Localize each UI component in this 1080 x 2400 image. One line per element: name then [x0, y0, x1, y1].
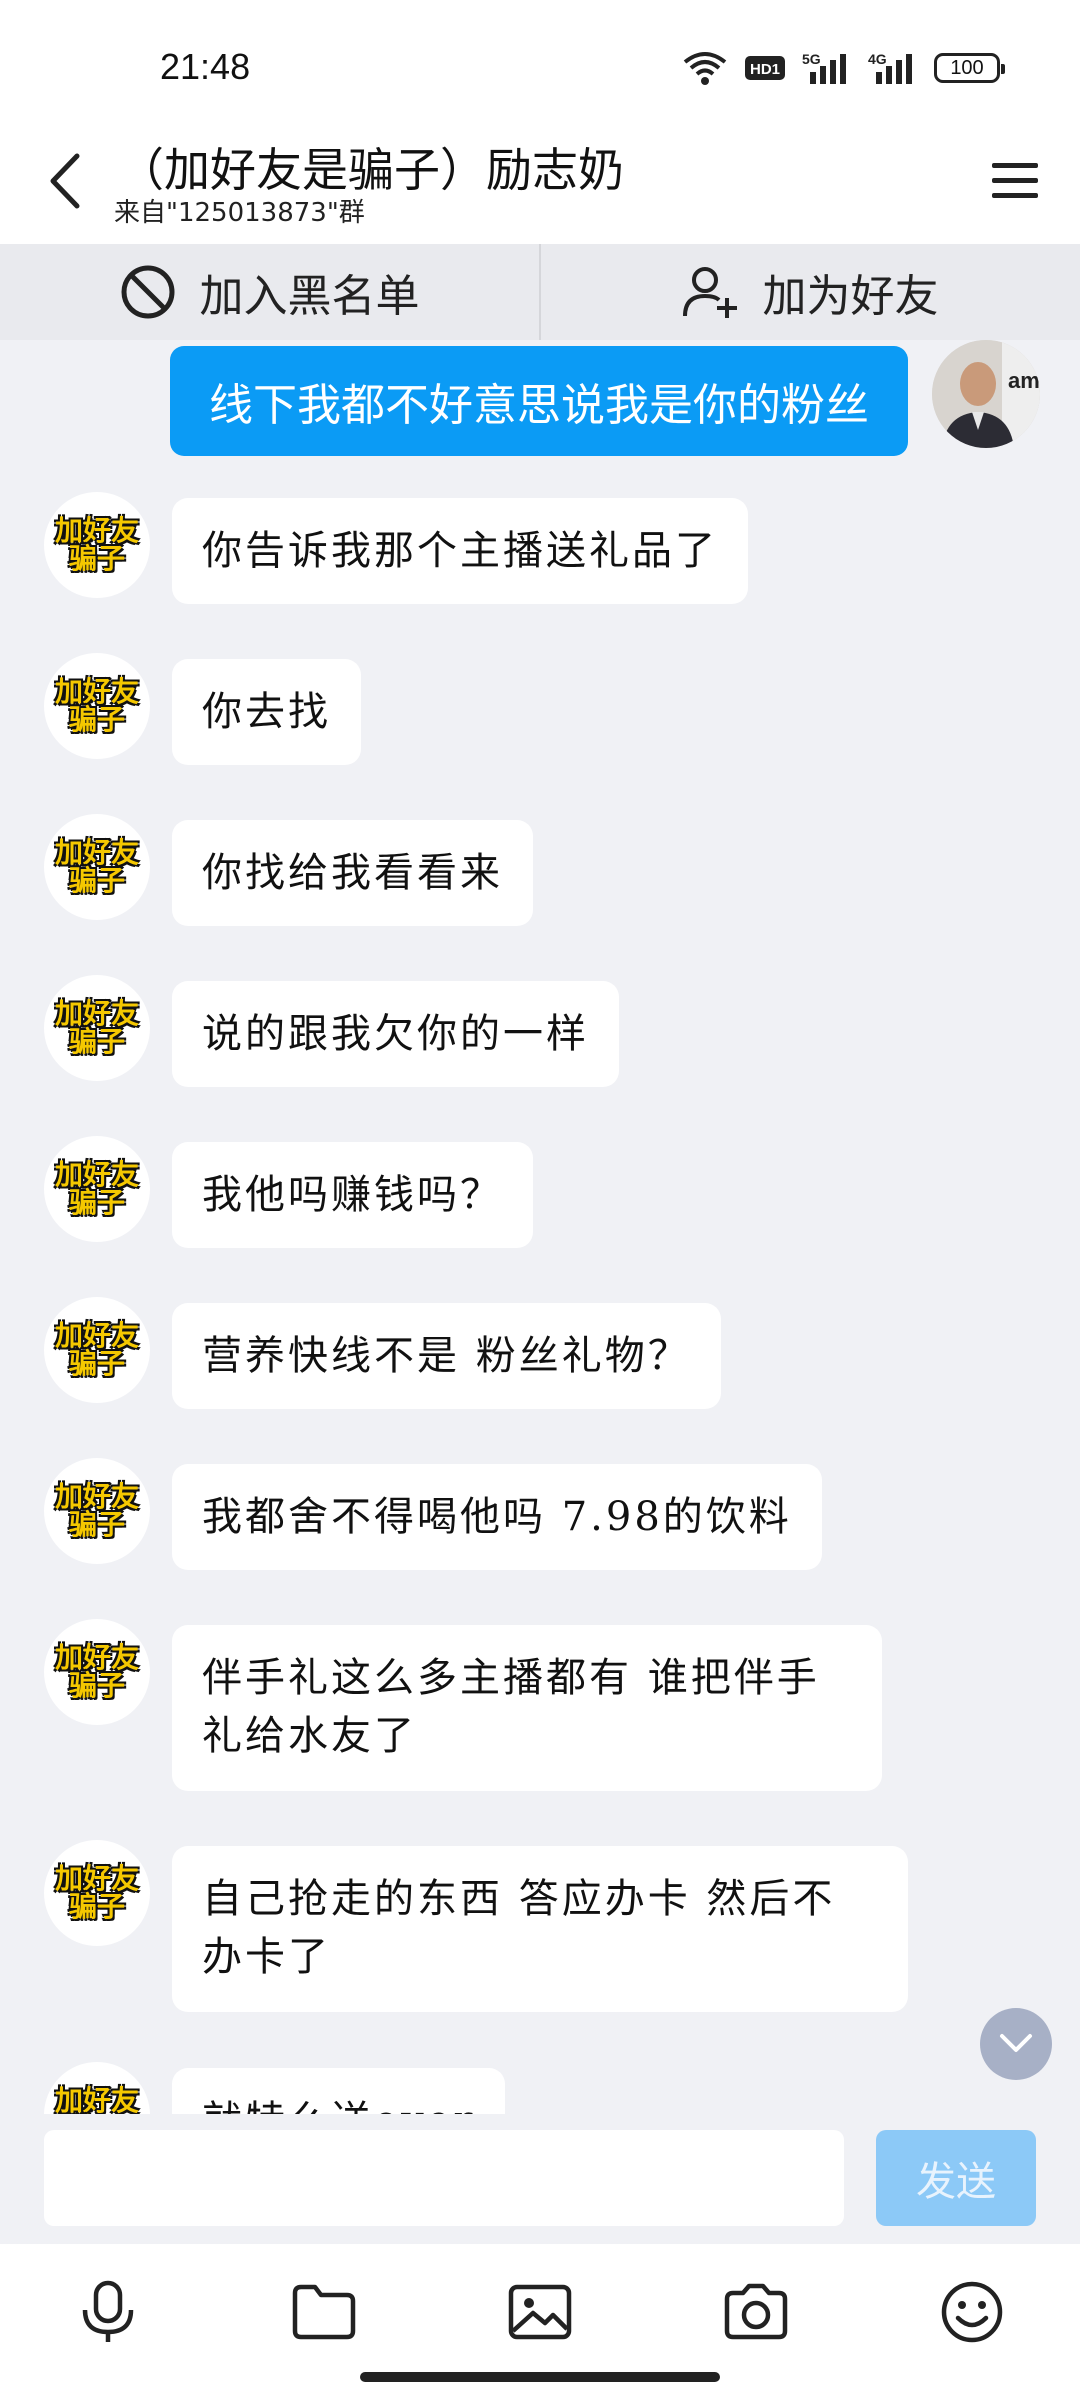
contact-avatar[interactable]: 加好友骗子 [44, 653, 150, 759]
chat-title: （加好友是骗子）励志奶 [118, 143, 624, 197]
message-bubble[interactable]: 伴手礼这么多主播都有 谁把伴手礼给水友了 [172, 1625, 882, 1791]
chat-subtitle: 来自"125013873"群 [114, 198, 365, 228]
contact-avatar[interactable]: 加好友骗子 [44, 975, 150, 1081]
back-button[interactable] [30, 146, 100, 216]
contact-avatar[interactable]: 加好友骗子 [44, 2062, 150, 2114]
hd-icon: HD1 [744, 53, 786, 83]
message-bubble[interactable]: 你告诉我那个主播送礼品了 [172, 498, 748, 604]
message-list[interactable]: 线下我都不好意思说我是你的粉丝 am 加好友骗子 你告诉我那个主播送礼品了 加好… [0, 340, 1080, 2114]
message-bubble[interactable]: 自己抢走的东西 答应办卡 然后不办卡了 [172, 1846, 908, 2012]
block-label: 加入黑名单 [199, 271, 420, 322]
microphone-icon [82, 2280, 134, 2342]
sent-message-bubble[interactable]: 线下我都不好意思说我是你的粉丝 [170, 346, 908, 456]
svg-text:4G: 4G [868, 51, 887, 67]
battery-icon: 100 [934, 53, 1005, 83]
folder-icon [292, 2284, 356, 2340]
contact-avatar[interactable]: 加好友骗子 [44, 1458, 150, 1564]
contact-avatar[interactable]: 加好友骗子 [44, 1840, 150, 1946]
battery-level: 100 [950, 56, 984, 79]
add-user-icon [682, 267, 737, 318]
signal-4g-icon: 4G [868, 50, 918, 86]
input-bar: 发送 [0, 2114, 1080, 2244]
emoji-button[interactable] [930, 2270, 1014, 2354]
message-bubble[interactable]: 你找给我看看来 [172, 820, 533, 926]
chevron-left-icon [50, 153, 80, 209]
status-time: 21:48 [160, 46, 251, 87]
contact-avatar[interactable]: 加好友骗子 [44, 1136, 150, 1242]
status-bar: 21:48 HD1 5G 4G 100 [0, 0, 1080, 122]
file-button[interactable] [282, 2270, 366, 2354]
camera-button[interactable] [714, 2270, 798, 2354]
person-photo-icon: am [932, 340, 1040, 448]
contact-avatar[interactable]: 加好友骗子 [44, 492, 150, 598]
message-bubble[interactable]: 营养快线不是 粉丝礼物？ [172, 1303, 721, 1409]
block-icon [121, 265, 174, 319]
my-avatar[interactable]: am [932, 340, 1040, 448]
title-bar: （加好友是骗子）励志奶 来自"125013873"群 [0, 122, 1080, 244]
svg-text:5G: 5G [802, 51, 821, 67]
emoji-icon [941, 2281, 1003, 2343]
camera-icon [724, 2283, 788, 2340]
hamburger-menu-icon [992, 163, 1038, 198]
status-icons: HD1 5G 4G 100 [682, 44, 1005, 92]
scroll-to-bottom-button[interactable] [980, 2008, 1052, 2080]
message-input[interactable] [44, 2130, 844, 2226]
signal-5g-icon: 5G [802, 50, 852, 86]
menu-button[interactable] [980, 146, 1050, 216]
add-friend-button[interactable]: 加为好友 [541, 244, 1080, 340]
wifi-icon [682, 50, 728, 86]
image-icon [508, 2284, 572, 2340]
message-bubble[interactable]: 我他吗赚钱吗？ [172, 1142, 533, 1248]
contact-avatar[interactable]: 加好友骗子 [44, 1619, 150, 1725]
contact-avatar[interactable]: 加好友骗子 [44, 1297, 150, 1403]
message-bubble[interactable]: 你去找 [172, 659, 361, 765]
home-indicator[interactable] [360, 2372, 720, 2382]
voice-button[interactable] [66, 2270, 150, 2354]
action-row: 加入黑名单 加为好友 [0, 244, 1080, 340]
add-friend-label: 加为好友 [762, 271, 939, 322]
sent-message-row: 线下我都不好意思说我是你的粉丝 am [0, 340, 1080, 460]
chevron-down-icon [1000, 2034, 1032, 2052]
image-button[interactable] [498, 2270, 582, 2354]
send-button[interactable]: 发送 [876, 2130, 1036, 2226]
message-bubble[interactable]: 说的跟我欠你的一样 [172, 981, 619, 1087]
message-bubble[interactable]: 我都舍不得喝他吗 7.98的饮料 [172, 1464, 822, 1570]
svg-text:am: am [1008, 368, 1040, 393]
svg-text:HD1: HD1 [750, 61, 780, 78]
message-bubble[interactable]: 就特么送over [172, 2068, 506, 2114]
contact-avatar[interactable]: 加好友骗子 [44, 814, 150, 920]
block-button[interactable]: 加入黑名单 [0, 244, 539, 340]
